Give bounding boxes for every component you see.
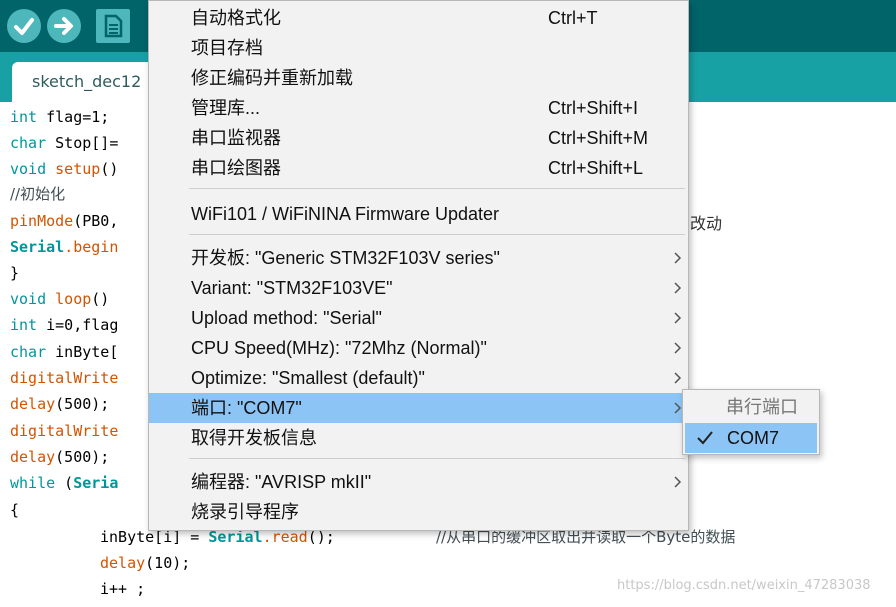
code-line: pinMode(PB0, [10, 212, 119, 230]
menu-item-shortcut: Ctrl+T [548, 8, 598, 28]
menu-item-label: Variant: "STM32F103VE" [191, 278, 393, 298]
menu-separator [189, 188, 685, 189]
code-line: int flag=1; [10, 108, 110, 126]
menu-item-label: WiFi101 / WiFiNINA Firmware Updater [191, 204, 500, 224]
submenu-header: 串行端口 [726, 397, 798, 417]
code-line: char Stop[]= [10, 134, 119, 152]
menu-item[interactable]: 项目存档 [149, 33, 688, 63]
menu-item-label: 串口绘图器 [191, 158, 281, 178]
menu-item[interactable]: 修正编码并重新加载 [149, 63, 688, 93]
tools-menu: 自动格式化 Ctrl+T 项目存档修正编码并重新加载 管理库... Ctrl+Shift… [148, 0, 689, 531]
code-line-delay10: delay(10); [100, 554, 191, 572]
menu-item-label: 串口监视器 [191, 128, 281, 148]
code-line: while (Seria [10, 474, 119, 492]
menu-separator [189, 234, 685, 235]
menu-item-label: 自动格式化 [191, 8, 281, 28]
watermark: https://blog.csdn.net/weixin_47283038 [617, 578, 871, 593]
menu-item[interactable]: 烧录引导程序 [149, 497, 688, 527]
code-line: void loop() [10, 290, 110, 308]
new-sketch-button[interactable] [96, 9, 130, 43]
menu-item[interactable]: 管理库... Ctrl+Shift+I [149, 93, 688, 123]
code-line-increment: i++ ; [100, 580, 146, 598]
verify-button[interactable] [7, 9, 41, 43]
port-submenu: 串行端口 COM7 [682, 389, 820, 455]
menu-item-label: 端口: "COM7" [191, 398, 302, 418]
code-line: char inByte[ [10, 343, 119, 361]
code-line: { [10, 501, 20, 519]
menu-item[interactable]: CPU Speed(MHz): "72Mhz (Normal)" [149, 333, 688, 363]
upload-button[interactable] [47, 9, 81, 43]
code-line: void setup() [10, 160, 119, 178]
code-line: int i=0,flag [10, 316, 119, 334]
menu-item-label: Upload method: "Serial" [191, 308, 382, 328]
menu-item-shortcut: Ctrl+Shift+L [548, 158, 644, 178]
menu-item[interactable]: 串口监视器 Ctrl+Shift+M [149, 123, 688, 153]
code-line: digitalWrite [10, 369, 119, 387]
menu-item[interactable]: 端口: "COM7" [149, 393, 688, 423]
verify-check-icon [14, 18, 34, 35]
menu-item-label: CPU Speed(MHz): "72Mhz (Normal)" [191, 338, 487, 358]
code-line: delay(500); [10, 395, 110, 413]
upload-arrow-icon [54, 17, 73, 35]
code-line: Serial.begin [10, 238, 119, 256]
menu-item-shortcut: Ctrl+Shift+M [548, 128, 649, 148]
menu-item[interactable]: Upload method: "Serial" [149, 303, 688, 333]
code-line: delay(500); [10, 448, 110, 466]
new-sketch-icon [104, 14, 123, 38]
menu-item[interactable]: 取得开发板信息 [149, 423, 688, 453]
code-line: } [10, 264, 20, 282]
code-line: digitalWrite [10, 422, 119, 440]
menu-item-label: 编程器: "AVRISP mkII" [191, 472, 372, 492]
submenu-item-com7[interactable]: COM7 [685, 423, 817, 453]
menu-item-label: 修正编码并重新加载 [191, 68, 353, 88]
menu-separator [189, 458, 685, 459]
menu-item[interactable]: Optimize: "Smallest (default)" [149, 363, 688, 393]
menu-item[interactable]: 开发板: "Generic STM32F103V series" [149, 243, 688, 273]
menu-item[interactable]: 自动格式化 Ctrl+T [149, 3, 688, 33]
check-icon [697, 431, 713, 445]
menu-item-label: 烧录引导程序 [191, 502, 299, 522]
menu-item[interactable]: WiFi101 / WiFiNINA Firmware Updater [149, 199, 688, 229]
menu-item[interactable]: 串口绘图器 Ctrl+Shift+L [149, 153, 688, 183]
menu-item-label: 项目存档 [191, 38, 263, 58]
menu-item-label: 开发板: "Generic STM32F103V series" [191, 248, 500, 268]
menu-item-label: 取得开发板信息 [191, 428, 317, 448]
tab-sketch[interactable]: sketch_dec12 [12, 62, 162, 102]
menu-item[interactable]: 编程器: "AVRISP mkII" [149, 467, 688, 497]
menu-item-label: Optimize: "Smallest (default)" [191, 368, 425, 388]
code-line: //初始化 [10, 185, 66, 203]
comment-fragment: 改动 [690, 214, 723, 233]
menu-item-shortcut: Ctrl+Shift+I [548, 98, 639, 118]
menu-item-label: 管理库... [191, 98, 261, 118]
menu-item[interactable]: Variant: "STM32F103VE" [149, 273, 688, 303]
submenu-item-label: COM7 [727, 428, 780, 448]
